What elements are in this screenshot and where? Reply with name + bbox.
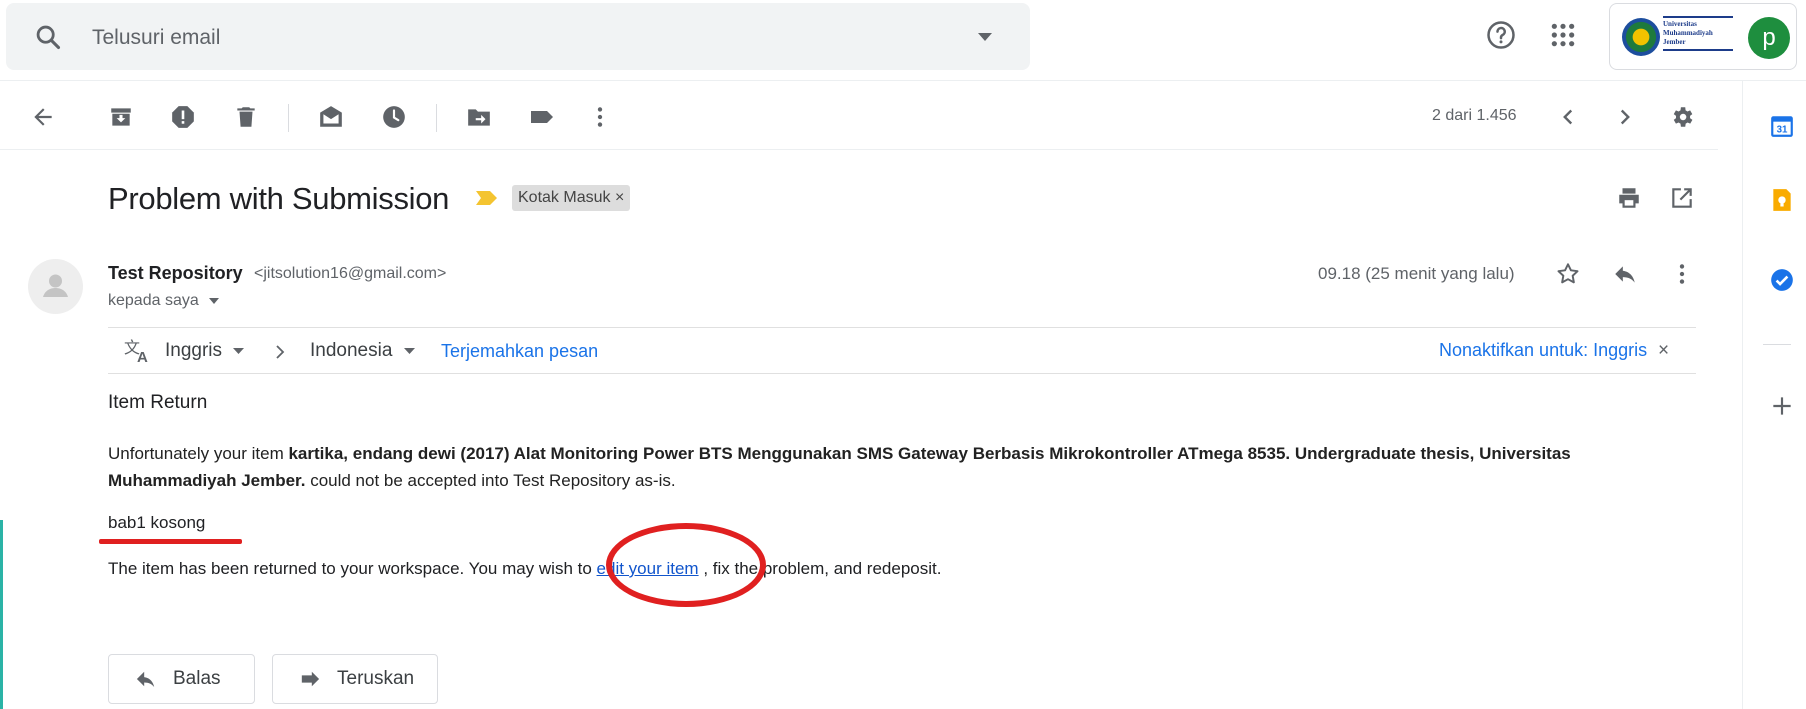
sender-email: <jitsolution16@gmail.com> [254, 265, 447, 282]
snooze-clock-icon[interactable] [381, 104, 407, 130]
university-logo-text: Universitas Muhammadiyah Jember [1663, 16, 1733, 51]
recipient-text: kepada saya [108, 292, 199, 309]
mark-unread-icon[interactable] [318, 104, 344, 130]
search-bar[interactable]: Telusuri email [6, 3, 1030, 70]
toolbar-divider [0, 149, 1718, 150]
tasks-icon[interactable] [1769, 267, 1795, 293]
reply-icon[interactable] [1612, 261, 1638, 287]
university-logo-icon [1622, 18, 1660, 56]
apps-grid-icon[interactable] [1550, 22, 1576, 48]
search-icon[interactable] [34, 23, 62, 51]
add-addon-icon[interactable] [1769, 393, 1795, 419]
toolbar-separator [436, 104, 437, 132]
disable-translation-link[interactable]: Nonaktifkan untuk: Inggris [1439, 340, 1647, 361]
body-paragraph: Unfortunately your item kartika, endang … [108, 444, 1571, 490]
star-icon[interactable] [1555, 261, 1581, 287]
side-panel-separator [1763, 344, 1791, 345]
prev-chevron-icon[interactable] [1555, 104, 1581, 130]
left-edge-accent [0, 520, 3, 709]
inbox-label-text: Kotak Masuk [518, 189, 611, 206]
recipient-details[interactable]: kepada saya [108, 292, 220, 310]
returned-paragraph: The item has been returned to your works… [108, 559, 942, 578]
translate-icon: 文 A [124, 339, 148, 364]
header-divider [0, 80, 1806, 81]
target-language-select[interactable]: Indonesia [310, 340, 415, 362]
account-switcher[interactable]: Universitas Muhammadiyah Jember p [1609, 3, 1797, 70]
sender-name[interactable]: Test Repository [108, 263, 243, 284]
message-more-vert-icon[interactable] [1669, 261, 1695, 287]
delete-icon[interactable] [233, 104, 259, 130]
search-options-icon[interactable] [978, 33, 992, 41]
search-input[interactable]: Telusuri email [92, 26, 220, 50]
more-vert-icon[interactable] [587, 104, 613, 130]
forward-button[interactable]: Teruskan [272, 654, 438, 704]
chevron-down-icon [233, 347, 245, 354]
source-language-select[interactable]: Inggris [165, 340, 245, 362]
annotation-circle [606, 523, 766, 607]
svg-text:31: 31 [1777, 125, 1788, 136]
person-icon [43, 274, 68, 297]
toolbar-separator [288, 104, 289, 132]
remove-label-button[interactable]: × [615, 189, 624, 206]
body-heading: Item Return [108, 392, 208, 413]
calendar-icon[interactable]: 31 [1769, 113, 1795, 139]
translate-bar-bottom-border [108, 373, 1696, 374]
side-panel: 31 [1742, 80, 1806, 709]
forward-icon [301, 671, 320, 687]
inbox-label-chip[interactable]: Kotak Masuk × [512, 185, 631, 211]
back-arrow-icon[interactable] [30, 104, 56, 130]
translate-bar-top-border [108, 327, 1696, 328]
chevron-right-icon [276, 345, 285, 359]
return-reason: bab1 kosong [108, 513, 206, 532]
avatar[interactable]: p [1748, 17, 1790, 59]
close-translate-bar-button[interactable]: × [1658, 340, 1669, 362]
svg-text:A: A [137, 349, 148, 364]
annotation-underline [99, 539, 242, 544]
email-subject: Problem with Submission [108, 181, 450, 216]
archive-icon[interactable] [108, 104, 134, 130]
pager-count: 2 dari 1.456 [1432, 107, 1517, 124]
next-chevron-icon[interactable] [1612, 104, 1638, 130]
keep-icon[interactable] [1769, 187, 1795, 213]
help-icon[interactable] [1486, 20, 1516, 50]
translate-message-link[interactable]: Terjemahkan pesan [441, 341, 598, 362]
settings-gear-icon[interactable] [1669, 104, 1695, 130]
reply-button[interactable]: Balas [108, 654, 255, 704]
chevron-down-icon[interactable] [209, 297, 220, 304]
reply-icon [136, 671, 155, 688]
report-spam-icon[interactable] [170, 104, 196, 130]
email-timestamp: 09.18 (25 menit yang lalu) [1318, 264, 1515, 283]
print-icon[interactable] [1616, 185, 1642, 211]
move-to-folder-icon[interactable] [466, 104, 492, 130]
sender-avatar [28, 259, 83, 314]
importance-marker-icon[interactable] [476, 190, 498, 206]
open-in-new-window-icon[interactable] [1669, 185, 1695, 211]
chevron-down-icon [403, 347, 415, 354]
label-icon[interactable] [529, 104, 555, 130]
